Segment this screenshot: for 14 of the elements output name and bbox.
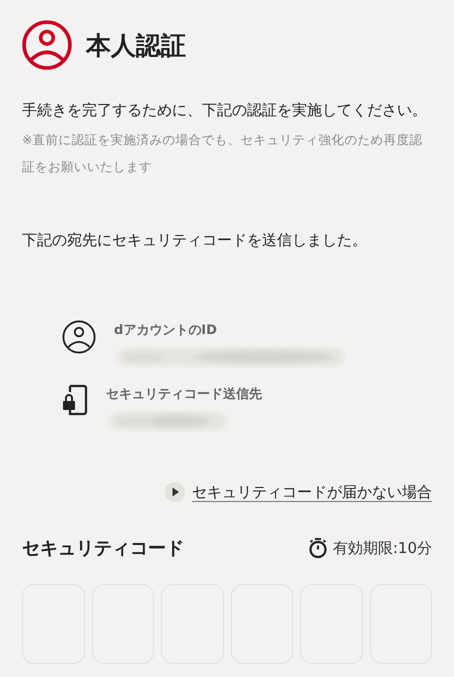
timer-icon <box>308 537 328 559</box>
destination-label: セキュリティコード送信先 <box>106 386 262 404</box>
person-icon <box>62 320 96 354</box>
sent-message: 下記の宛先にセキュリティコードを送信しました。 <box>22 230 368 251</box>
person-icon <box>22 20 72 70</box>
destination-label: dアカウントのID <box>114 322 218 340</box>
page-title: 本人認証 <box>86 30 186 62</box>
play-icon <box>165 482 185 502</box>
instruction-text: 手続きを完了するために、下記の認証を実施してください。 <box>22 100 428 121</box>
phone-lock-icon <box>62 384 88 416</box>
note-text: ※直前に認証を実施済みの場合でも、セキュリティ強化のため再度認証をお願いいたします <box>22 131 424 176</box>
help-link[interactable]: セキュリティコードが届かない場合 <box>192 482 432 502</box>
expiry-text: 有効期限:10分 <box>332 538 432 558</box>
section-title: セキュリティコード <box>22 537 184 560</box>
